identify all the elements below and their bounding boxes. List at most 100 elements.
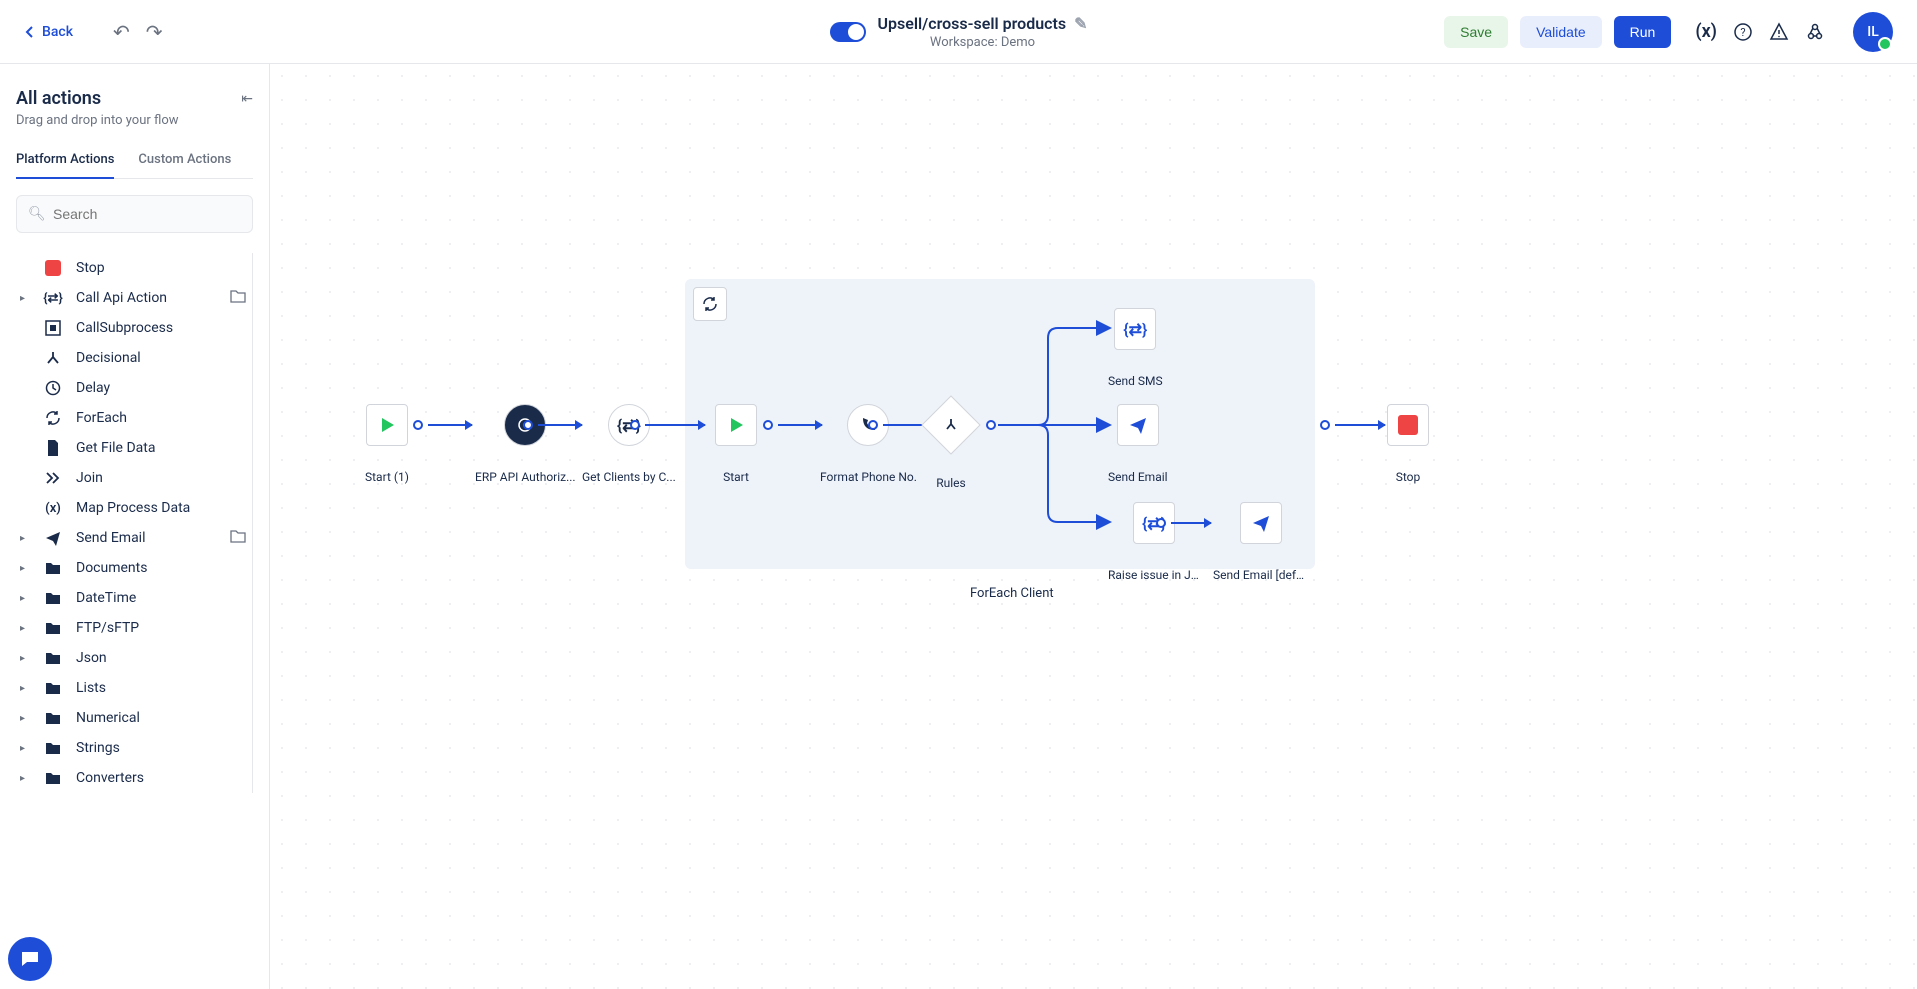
redo-button[interactable]: ↷: [146, 20, 163, 44]
action-item[interactable]: ▸Documents: [16, 553, 250, 583]
enable-toggle[interactable]: [829, 22, 865, 42]
send-icon: [44, 529, 62, 547]
stop-icon: [44, 259, 62, 277]
fork-icon: [44, 349, 62, 367]
action-item[interactable]: Decisional: [16, 343, 250, 373]
action-item[interactable]: ▸{⇄}Call Api Action: [16, 283, 250, 313]
folder-icon: [44, 739, 62, 757]
action-label: Join: [76, 470, 103, 486]
action-label: Lists: [76, 680, 106, 696]
foreach-label: ForEach Client: [970, 586, 1054, 601]
action-item[interactable]: Join: [16, 463, 250, 493]
node-get-clients[interactable]: {⇄} Get Clients by C...: [582, 404, 676, 484]
action-item[interactable]: ▸FTP/sFTP: [16, 613, 250, 643]
help-icon[interactable]: ?: [1733, 22, 1753, 42]
chevron-right-icon: ▸: [20, 593, 30, 604]
action-label: ForEach: [76, 410, 127, 426]
node-stop[interactable]: Stop: [1387, 404, 1429, 484]
chevron-left-icon: [24, 26, 36, 38]
port[interactable]: [413, 420, 423, 430]
node-format-phone[interactable]: Format Phone No.: [820, 404, 917, 484]
undo-button[interactable]: ↶: [113, 20, 130, 44]
variables-icon[interactable]: (x): [1695, 21, 1717, 42]
folder-icon: [44, 679, 62, 697]
node-start-1[interactable]: Start (1): [365, 404, 409, 484]
action-item[interactable]: ▸Numerical: [16, 703, 250, 733]
join-icon: [44, 469, 62, 487]
undo-redo-group: ↶ ↷: [113, 20, 163, 44]
chevron-right-icon: ▸: [20, 533, 30, 544]
search-icon: 🔍︎: [28, 206, 46, 222]
port[interactable]: [523, 420, 533, 430]
action-label: Call Api Action: [76, 290, 167, 306]
edge: [1335, 424, 1385, 426]
node-rules[interactable]: Rules: [930, 404, 972, 490]
edge: [428, 424, 472, 426]
chat-fab[interactable]: [8, 937, 52, 981]
node-start-2[interactable]: Start: [715, 404, 757, 484]
flow-canvas[interactable]: ForEach Client Start (1) ERP API Authori…: [270, 64, 1917, 989]
port[interactable]: [868, 420, 878, 430]
action-label: Send Email: [76, 530, 146, 546]
node-raise-issue[interactable]: {⇄} Raise issue in J...: [1108, 502, 1200, 582]
folder-icon: [44, 649, 62, 667]
action-list: Stop ▸{⇄}Call Api Action CallSubprocess Dec…: [16, 253, 253, 793]
action-item[interactable]: Stop: [16, 253, 250, 283]
tab-custom-actions[interactable]: Custom Actions: [138, 152, 231, 178]
edge: [1171, 522, 1211, 524]
sync-icon[interactable]: [693, 287, 727, 321]
webhook-icon[interactable]: [1805, 22, 1825, 42]
action-item[interactable]: CallSubprocess: [16, 313, 250, 343]
action-item[interactable]: ▸Converters: [16, 763, 250, 793]
port[interactable]: [986, 420, 996, 430]
sidebar-tabs: Platform Actions Custom Actions: [16, 152, 253, 179]
action-label: CallSubprocess: [76, 320, 173, 336]
action-item[interactable]: ▸Lists: [16, 673, 250, 703]
tab-platform-actions[interactable]: Platform Actions: [16, 152, 114, 179]
node-send-email-default[interactable]: Send Email [defa...: [1213, 502, 1309, 582]
search-input[interactable]: [16, 195, 253, 233]
workspace-label: Workspace: Demo: [877, 35, 1087, 50]
action-label: Delay: [76, 380, 110, 396]
node-send-sms[interactable]: {⇄} Send SMS: [1108, 308, 1163, 388]
flow-title: Upsell/cross-sell products ✎: [877, 14, 1087, 33]
warning-icon[interactable]: [1769, 22, 1789, 42]
save-button[interactable]: Save: [1444, 16, 1508, 48]
loop-icon: [44, 409, 62, 427]
action-label: Map Process Data: [76, 500, 190, 516]
validate-button[interactable]: Validate: [1520, 16, 1602, 48]
collapse-sidebar-icon[interactable]: ⇤: [241, 91, 253, 107]
user-avatar[interactable]: IL: [1853, 12, 1893, 52]
action-item[interactable]: Get File Data: [16, 433, 250, 463]
node-send-email[interactable]: Send Email: [1108, 404, 1168, 484]
action-label: Stop: [76, 260, 105, 276]
back-button[interactable]: Back: [24, 24, 73, 40]
action-item[interactable]: ▸Json: [16, 643, 250, 673]
action-item[interactable]: (x) Map Process Data: [16, 493, 250, 523]
node-erp-api[interactable]: ERP API Authoriz...: [475, 404, 576, 484]
run-button[interactable]: Run: [1614, 16, 1672, 48]
app-header: Back ↶ ↷ Upsell/cross-sell products ✎ Wo…: [0, 0, 1917, 64]
port[interactable]: [1320, 420, 1330, 430]
folder-icon: [44, 709, 62, 727]
port[interactable]: [630, 420, 640, 430]
edge: [645, 424, 705, 426]
action-item[interactable]: ▸ Send Email: [16, 523, 250, 553]
chevron-right-icon: ▸: [20, 743, 30, 754]
port[interactable]: [1156, 518, 1166, 528]
search-box: 🔍︎: [16, 195, 253, 233]
action-label: Strings: [76, 740, 120, 756]
action-label: FTP/sFTP: [76, 620, 139, 636]
action-label: Converters: [76, 770, 144, 786]
action-label: Documents: [76, 560, 147, 576]
chevron-right-icon: ▸: [20, 713, 30, 724]
header-center: Upsell/cross-sell products ✎ Workspace: …: [829, 14, 1087, 50]
action-item[interactable]: Delay: [16, 373, 250, 403]
edit-title-icon[interactable]: ✎: [1074, 14, 1087, 33]
action-item[interactable]: ForEach: [16, 403, 250, 433]
varx-icon: (x): [44, 499, 62, 517]
action-item[interactable]: ▸DateTime: [16, 583, 250, 613]
action-item[interactable]: ▸ Strings: [16, 733, 250, 763]
port[interactable]: [763, 420, 773, 430]
folder-icon: [44, 769, 62, 787]
